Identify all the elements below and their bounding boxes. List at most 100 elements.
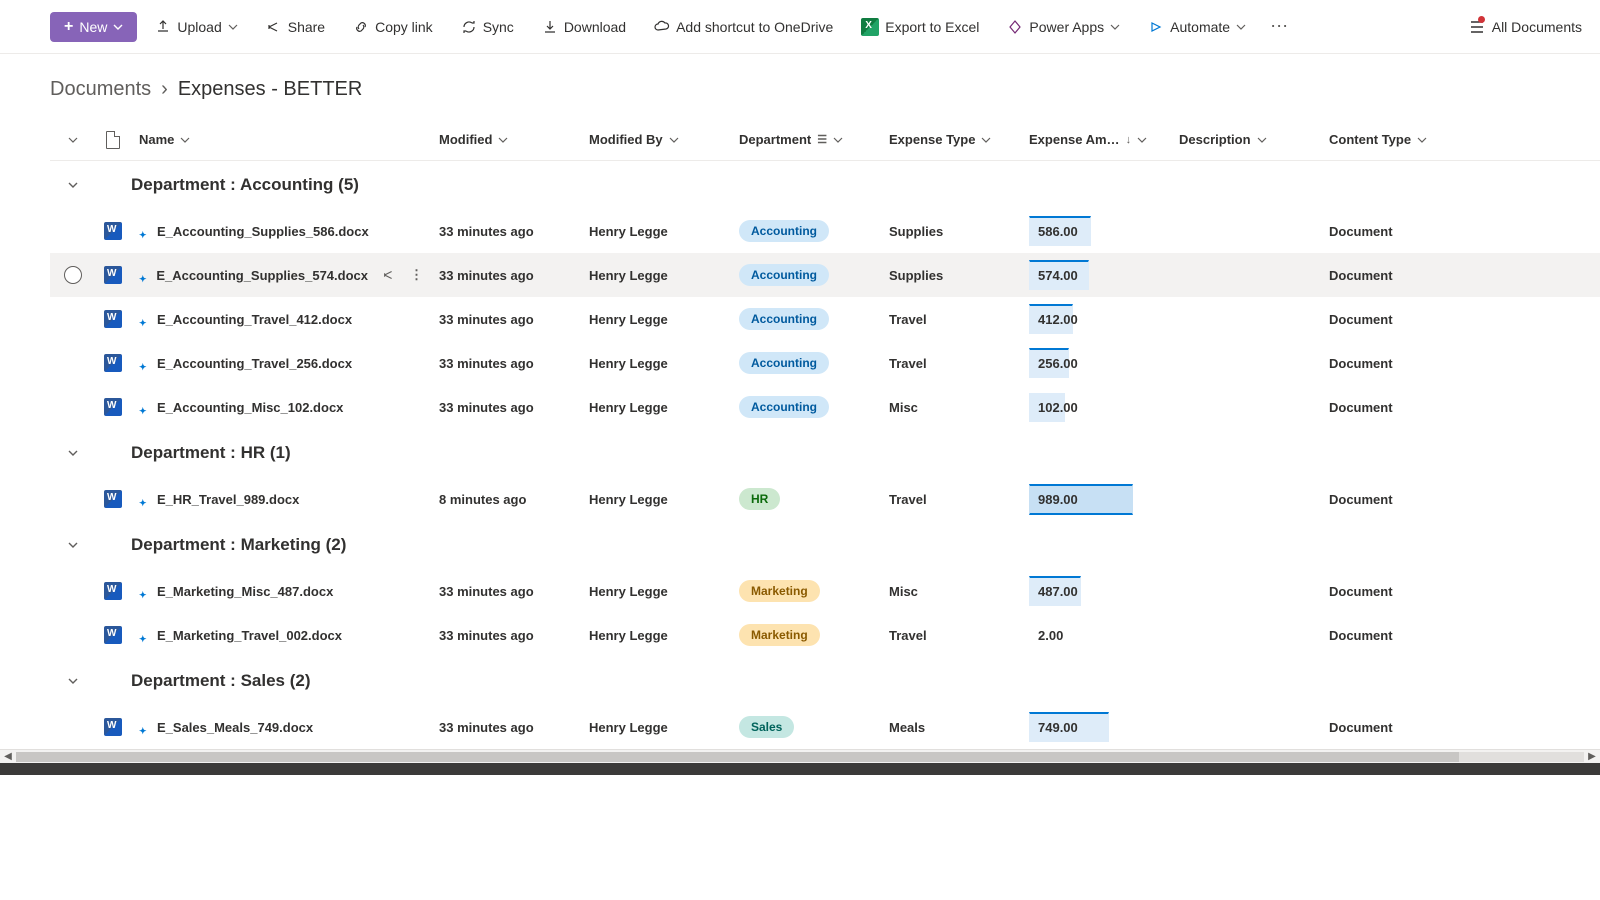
scroll-track[interactable] xyxy=(16,752,1584,762)
table-row[interactable]: E_Marketing_Misc_487.docx 33 minutes ago… xyxy=(50,569,1600,613)
table-row[interactable]: E_Accounting_Supplies_574.docx⋮ 33 minut… xyxy=(50,253,1600,297)
cell-select[interactable] xyxy=(50,266,95,284)
scroll-thumb[interactable] xyxy=(16,752,1459,762)
cell-contenttype: Document xyxy=(1321,312,1461,327)
cell-name[interactable]: E_Accounting_Travel_412.docx xyxy=(131,312,431,327)
cell-name[interactable]: E_Sales_Meals_749.docx xyxy=(131,720,431,735)
table-row[interactable]: E_Marketing_Travel_002.docx 33 minutes a… xyxy=(50,613,1600,657)
table-row[interactable]: E_HR_Travel_989.docx 8 minutes ago Henry… xyxy=(50,477,1600,521)
new-indicator-icon xyxy=(139,358,149,368)
addshortcut-button[interactable]: Add shortcut to OneDrive xyxy=(644,13,843,41)
column-modifiedby[interactable]: Modified By xyxy=(581,132,731,147)
more-commands-button[interactable]: ⋯ xyxy=(1264,10,1294,43)
cell-amount: 487.00 xyxy=(1021,576,1171,606)
horizontal-scrollbar[interactable]: ◀ ▶ xyxy=(0,749,1600,763)
cell-modifiedby[interactable]: Henry Legge xyxy=(581,720,731,735)
group-header[interactable]: Department : HR (1) xyxy=(50,429,1600,477)
file-name: E_Marketing_Misc_487.docx xyxy=(157,584,333,599)
word-icon xyxy=(104,354,122,372)
table-row[interactable]: E_Accounting_Travel_412.docx 33 minutes … xyxy=(50,297,1600,341)
column-department[interactable]: Department☰ xyxy=(731,132,881,147)
automate-button[interactable]: Automate xyxy=(1138,13,1256,41)
ellipsis-icon: ⋯ xyxy=(1270,16,1288,36)
cell-name[interactable]: E_Accounting_Supplies_574.docx ⋮ xyxy=(131,267,431,283)
new-indicator-icon xyxy=(139,586,149,596)
view-selector-button[interactable]: All Documents xyxy=(1460,12,1590,42)
column-modified[interactable]: Modified xyxy=(431,132,581,147)
cell-name[interactable]: E_Accounting_Travel_256.docx xyxy=(131,356,431,371)
group-header[interactable]: Department : Sales (2) xyxy=(50,657,1600,705)
cell-name[interactable]: E_Accounting_Supplies_586.docx xyxy=(131,224,431,239)
group-header[interactable]: Department : Marketing (2) xyxy=(50,521,1600,569)
cell-modifiedby[interactable]: Henry Legge xyxy=(581,400,731,415)
cell-modifiedby[interactable]: Henry Legge xyxy=(581,628,731,643)
cell-department: HR xyxy=(731,488,881,510)
scroll-right-icon[interactable]: ▶ xyxy=(1584,751,1600,762)
column-expenseamount[interactable]: Expense Am…↓ xyxy=(1021,132,1171,147)
cell-filetype xyxy=(95,310,131,328)
new-button[interactable]: + New xyxy=(50,12,137,42)
command-bar: + New Upload Share Copy link Sync Downlo… xyxy=(0,0,1600,54)
column-expensetype[interactable]: Expense Type xyxy=(881,132,1021,147)
file-name: E_Sales_Meals_749.docx xyxy=(157,720,313,735)
cell-contenttype: Document xyxy=(1321,356,1461,371)
table-row[interactable]: E_Accounting_Supplies_586.docx 33 minute… xyxy=(50,209,1600,253)
sync-label: Sync xyxy=(483,19,514,35)
column-select-all[interactable] xyxy=(50,135,95,145)
copylink-button[interactable]: Copy link xyxy=(343,13,443,41)
department-pill: Accounting xyxy=(739,264,829,286)
chevron-right-icon: › xyxy=(161,78,168,101)
word-icon xyxy=(104,310,122,328)
group-header[interactable]: Department : Accounting (5) xyxy=(50,161,1600,209)
new-indicator-icon xyxy=(139,226,149,236)
cell-expensetype: Supplies xyxy=(881,268,1021,283)
new-indicator-icon xyxy=(139,722,149,732)
cell-contenttype: Document xyxy=(1321,224,1461,239)
upload-button[interactable]: Upload xyxy=(145,13,247,41)
row-more-icon[interactable]: ⋮ xyxy=(410,267,423,283)
cell-filetype xyxy=(95,222,131,240)
cell-modifiedby[interactable]: Henry Legge xyxy=(581,584,731,599)
scroll-left-icon[interactable]: ◀ xyxy=(0,751,16,762)
cell-modifiedby[interactable]: Henry Legge xyxy=(581,356,731,371)
cell-name[interactable]: E_HR_Travel_989.docx xyxy=(131,492,431,507)
chevron-down-icon xyxy=(113,22,123,32)
cell-modifiedby[interactable]: Henry Legge xyxy=(581,492,731,507)
file-name: E_Accounting_Supplies_574.docx xyxy=(156,268,368,283)
powerapps-button[interactable]: Power Apps xyxy=(997,13,1130,41)
table-row[interactable]: E_Sales_Meals_749.docx 33 minutes ago He… xyxy=(50,705,1600,749)
sync-button[interactable]: Sync xyxy=(451,13,524,41)
cell-modifiedby[interactable]: Henry Legge xyxy=(581,224,731,239)
column-description[interactable]: Description xyxy=(1171,132,1321,147)
share-button[interactable]: Share xyxy=(256,13,335,41)
chevron-down-icon xyxy=(1110,22,1120,32)
chevron-down-icon xyxy=(228,22,238,32)
table-row[interactable]: E_Accounting_Misc_102.docx 33 minutes ag… xyxy=(50,385,1600,429)
column-name[interactable]: Name xyxy=(131,132,431,147)
cell-modifiedby[interactable]: Henry Legge xyxy=(581,268,731,283)
column-filetype[interactable] xyxy=(95,131,131,149)
cell-name[interactable]: E_Marketing_Misc_487.docx xyxy=(131,584,431,599)
file-name: E_HR_Travel_989.docx xyxy=(157,492,299,507)
cell-contenttype: Document xyxy=(1321,584,1461,599)
cell-modified: 33 minutes ago xyxy=(431,584,581,599)
row-select-circle[interactable] xyxy=(64,266,82,284)
breadcrumb-parent[interactable]: Documents xyxy=(50,78,151,101)
export-excel-button[interactable]: Export to Excel xyxy=(851,12,989,42)
table-row[interactable]: E_Accounting_Travel_256.docx 33 minutes … xyxy=(50,341,1600,385)
chevron-down-icon[interactable] xyxy=(50,179,95,191)
cell-modified: 8 minutes ago xyxy=(431,492,581,507)
cell-name[interactable]: E_Accounting_Misc_102.docx xyxy=(131,400,431,415)
group-label: Department : Marketing (2) xyxy=(95,535,346,555)
share-inline-icon[interactable] xyxy=(382,268,396,282)
download-button[interactable]: Download xyxy=(532,13,636,41)
cell-filetype xyxy=(95,490,131,508)
cell-modifiedby[interactable]: Henry Legge xyxy=(581,312,731,327)
chevron-down-icon[interactable] xyxy=(50,539,95,551)
cell-name[interactable]: E_Marketing_Travel_002.docx xyxy=(131,628,431,643)
column-contenttype[interactable]: Content Type xyxy=(1321,132,1461,147)
plus-icon: + xyxy=(64,19,73,35)
automate-icon xyxy=(1148,19,1164,35)
chevron-down-icon[interactable] xyxy=(50,675,95,687)
chevron-down-icon[interactable] xyxy=(50,447,95,459)
